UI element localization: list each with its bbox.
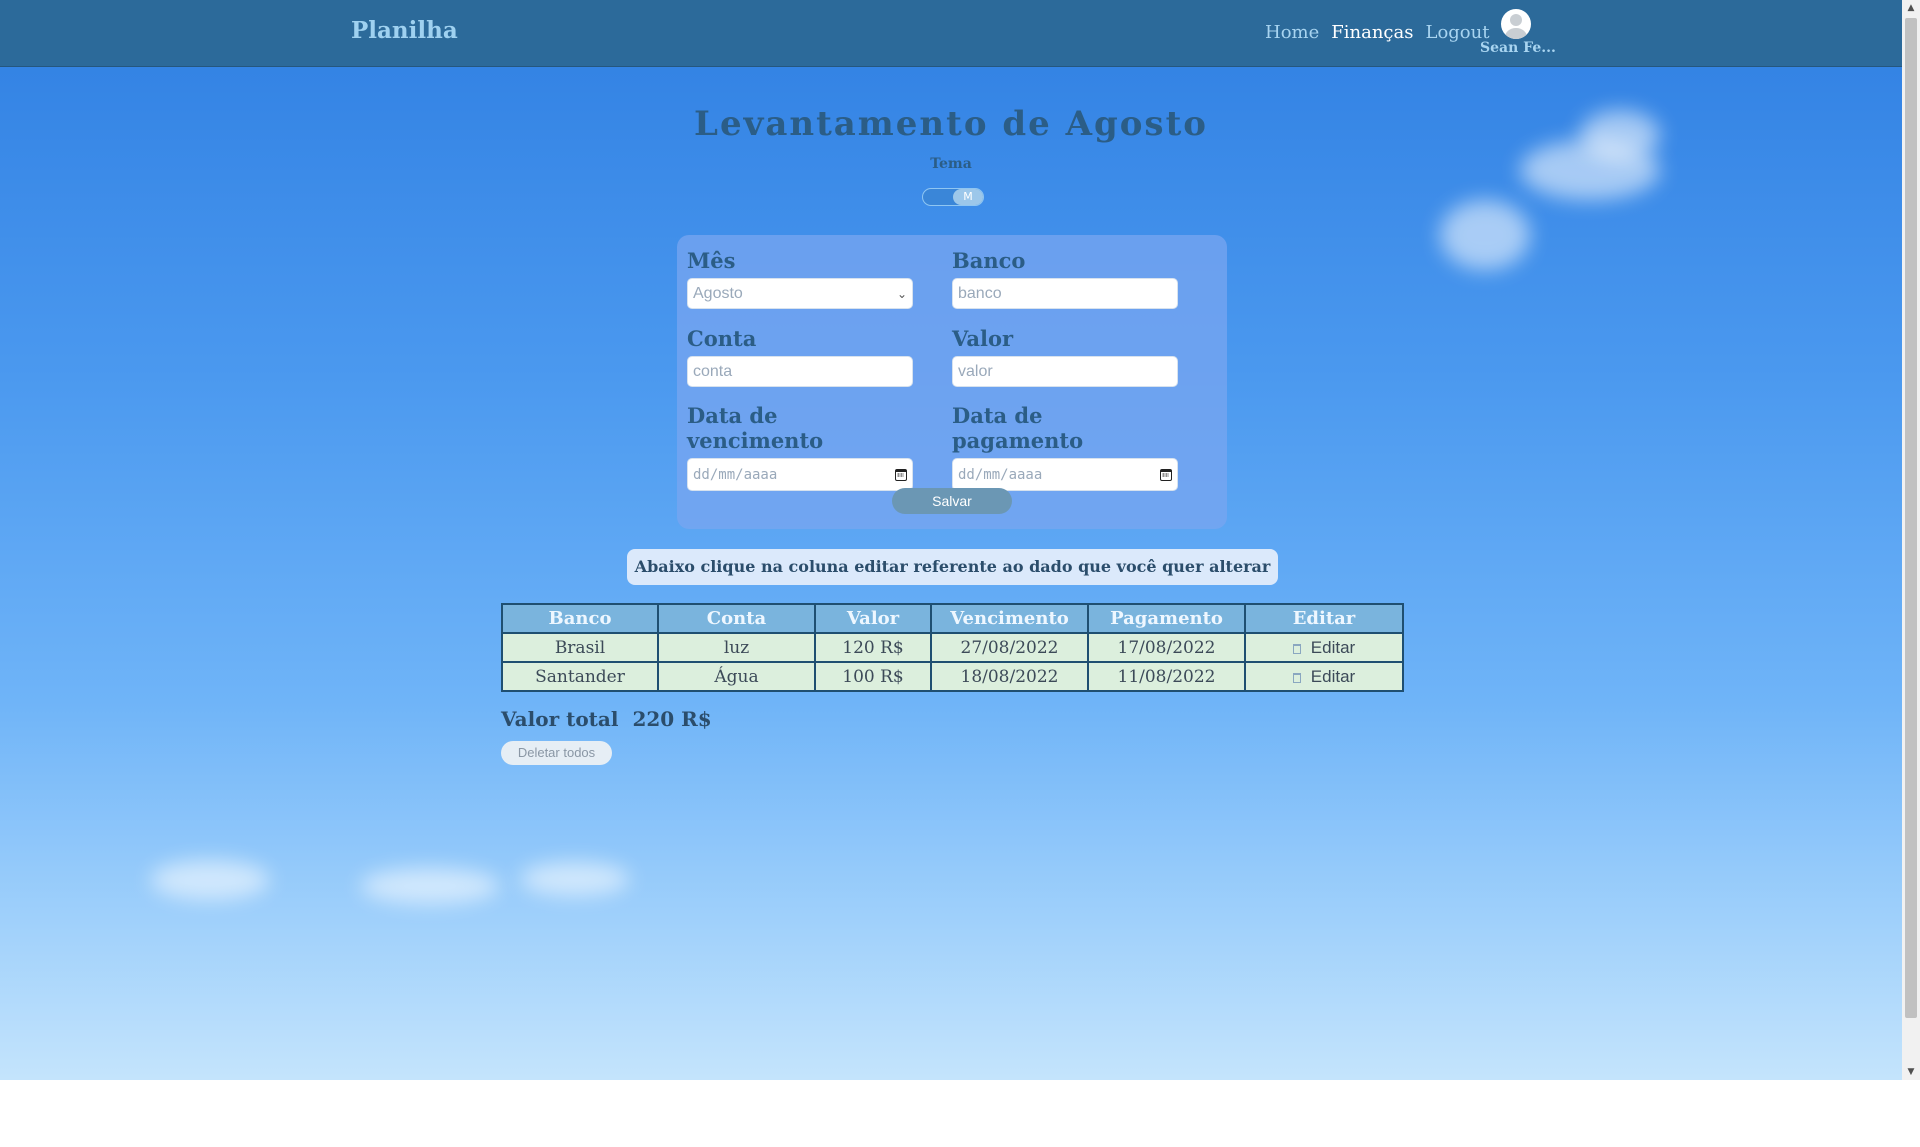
cell-due: 27/08/2022 [930, 632, 1089, 663]
payment-date-placeholder: dd/mm/aaaa [958, 466, 1043, 483]
delete-all-button[interactable]: Deletar todos [501, 741, 612, 765]
cell-paid: 11/08/2022 [1087, 661, 1246, 692]
cloud [520, 862, 630, 896]
save-button[interactable]: Salvar [892, 488, 1012, 514]
trash-icon [1292, 643, 1301, 654]
cell-account: Água [657, 661, 816, 692]
cell-value: 100 R$ [814, 661, 932, 692]
payment-date-label: Data de pagamento [952, 403, 1084, 453]
cloud [360, 868, 500, 904]
cell-paid: 17/08/2022 [1087, 632, 1246, 663]
table-row: Brasil luz 120 R$ 27/08/2022 17/08/2022 … [501, 632, 1404, 663]
value-field: Valor valor [952, 326, 1178, 387]
scroll-thumb[interactable] [1905, 18, 1917, 1018]
theme-toggle[interactable]: M [922, 188, 984, 206]
account-input[interactable]: conta [687, 356, 913, 387]
value-input[interactable]: valor [952, 356, 1178, 387]
navbar: Planilha Home Finanças Logout Sean Fe... [0, 0, 1902, 67]
nav-financas-link[interactable]: Finanças [1331, 22, 1413, 43]
theme-label: Tema [930, 156, 972, 172]
table-header-row: Banco Conta Valor Vencimento Pagamento E… [501, 603, 1404, 634]
edit-button[interactable]: Editar [1244, 661, 1404, 692]
header-editar: Editar [1244, 603, 1404, 634]
month-select[interactable]: Agosto ⌄ [687, 278, 913, 309]
bank-field: Banco banco [952, 248, 1178, 309]
cloud [150, 860, 270, 900]
cloud [1440, 200, 1530, 270]
header-valor: Valor [814, 603, 932, 634]
month-select-value: Agosto [693, 284, 743, 302]
header-pagamento: Pagamento [1087, 603, 1246, 634]
header-conta: Conta [657, 603, 816, 634]
table-row: Santander Água 100 R$ 18/08/2022 11/08/2… [501, 661, 1404, 692]
vertical-scrollbar[interactable]: ▲ ▼ [1902, 0, 1920, 1080]
nav-links: Home Finanças Logout [1265, 22, 1489, 43]
header-banco: Banco [501, 603, 659, 634]
cell-account: luz [657, 632, 816, 663]
due-date-input[interactable]: dd/mm/aaaa [687, 458, 913, 491]
header-vencimento: Vencimento [930, 603, 1089, 634]
account-label: Conta [687, 326, 757, 351]
user-name: Sean Fe... [1480, 40, 1556, 56]
page-background: Planilha Home Finanças Logout Sean Fe...… [0, 0, 1902, 1080]
month-field: Mês Agosto ⌄ [687, 248, 913, 309]
cell-value: 120 R$ [814, 632, 932, 663]
due-date-label: Data de vencimento [687, 403, 824, 453]
page-title: Levantamento de Agosto [694, 104, 1208, 144]
total-summary: Valor total 220 R$ [501, 707, 726, 731]
cell-bank: Brasil [501, 632, 659, 663]
edit-label: Editar [1310, 666, 1356, 686]
bills-table: Banco Conta Valor Vencimento Pagamento E… [501, 603, 1404, 692]
total-value: 220 R$ [632, 707, 712, 731]
brand-logo[interactable]: Planilha [351, 17, 458, 44]
due-date-field: Data de vencimento dd/mm/aaaa [687, 403, 913, 491]
user-menu[interactable]: Sean Fe... [1480, 9, 1556, 56]
calendar-icon[interactable] [895, 468, 907, 481]
theme-toggle-knob: M [953, 189, 983, 205]
value-label: Valor [952, 326, 1014, 351]
payment-date-field: Data de pagamento dd/mm/aaaa [952, 403, 1178, 491]
user-avatar-icon[interactable] [1501, 9, 1531, 39]
account-field: Conta conta [687, 326, 913, 387]
cell-due: 18/08/2022 [930, 661, 1089, 692]
chevron-down-icon: ⌄ [896, 286, 907, 301]
calendar-icon[interactable] [1160, 468, 1172, 481]
bank-label: Banco [952, 248, 1026, 273]
edit-label: Editar [1310, 637, 1356, 657]
nav-home-link[interactable]: Home [1265, 22, 1319, 43]
scroll-down-icon[interactable]: ▼ [1902, 1064, 1920, 1080]
cell-bank: Santander [501, 661, 659, 692]
scroll-up-icon[interactable]: ▲ [1902, 0, 1920, 16]
payment-date-input[interactable]: dd/mm/aaaa [952, 458, 1178, 491]
month-label: Mês [687, 248, 736, 273]
bank-input[interactable]: banco [952, 278, 1178, 309]
trash-icon [1292, 672, 1301, 683]
edit-hint: Abaixo clique na coluna editar referente… [627, 549, 1278, 585]
due-date-placeholder: dd/mm/aaaa [693, 466, 778, 483]
edit-button[interactable]: Editar [1244, 632, 1404, 663]
total-label: Valor total [501, 707, 619, 731]
